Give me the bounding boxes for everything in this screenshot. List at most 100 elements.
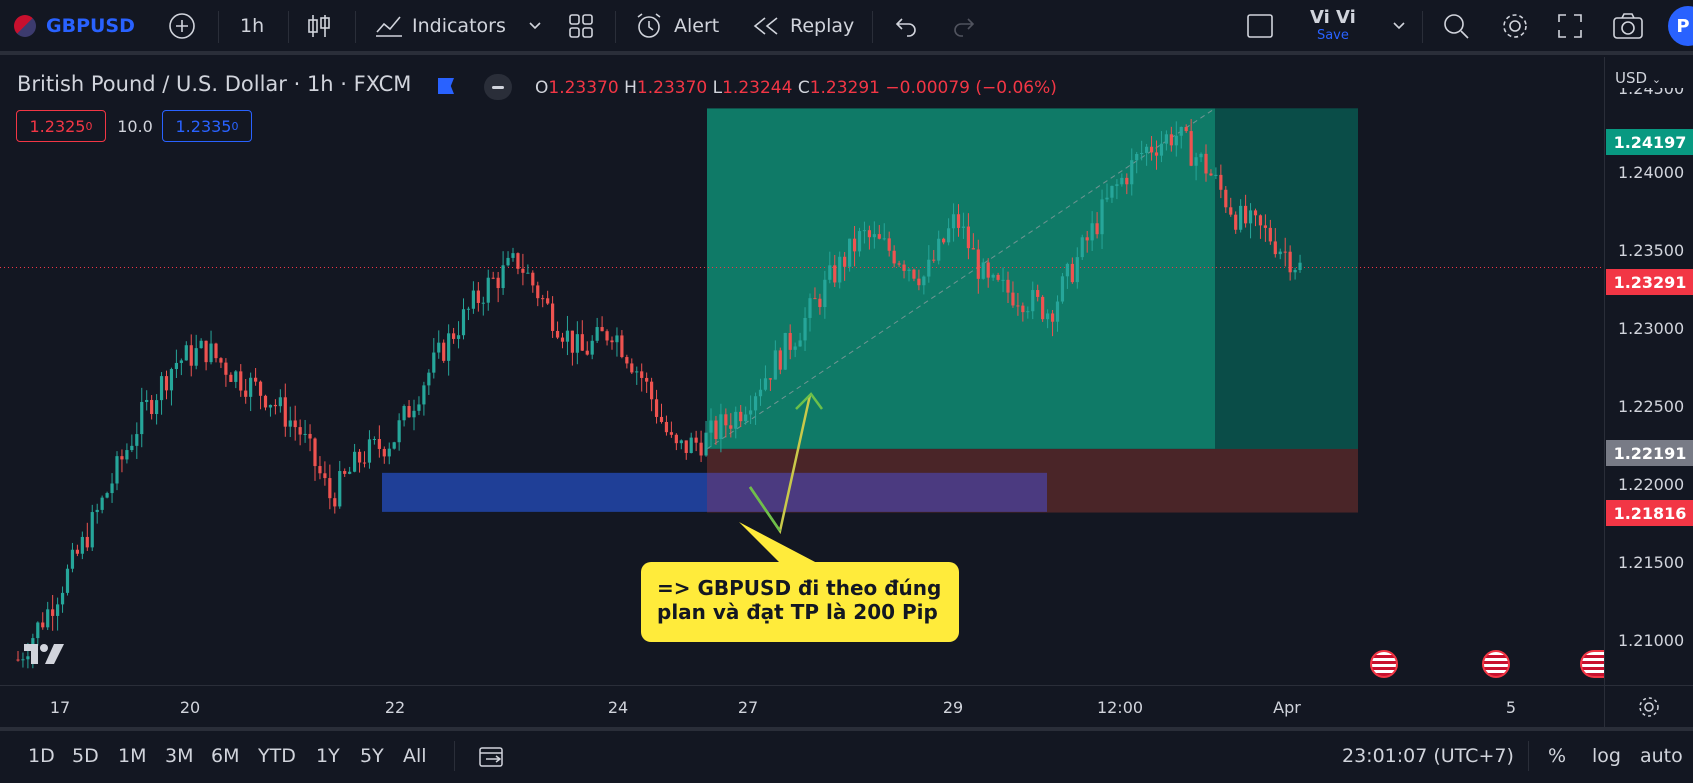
- hide-legend-button[interactable]: [484, 74, 512, 100]
- candle-up: [159, 376, 164, 401]
- candle-up: [1159, 143, 1164, 156]
- fullscreen-mode-button[interactable]: [1246, 0, 1274, 52]
- close-value: 1.23291: [809, 78, 881, 98]
- candle-down: [669, 432, 673, 435]
- range-5y-button[interactable]: 5Y: [360, 745, 384, 767]
- candle-up: [1115, 184, 1119, 186]
- us-event-flag-icon[interactable]: [1482, 650, 1510, 678]
- candle-down: [1036, 290, 1040, 297]
- candle-down: [120, 456, 124, 460]
- candle-up: [471, 290, 475, 309]
- candle-up: [506, 257, 510, 266]
- layouts-button[interactable]: [568, 0, 594, 52]
- candle-down: [1006, 279, 1010, 293]
- candle-up: [268, 404, 273, 408]
- undo-button[interactable]: [894, 0, 918, 52]
- compare-add-button[interactable]: [168, 0, 196, 52]
- layout-save-button[interactable]: Vi Vi Save: [1310, 6, 1356, 46]
- symbol-search-button[interactable]: GBPUSD: [14, 0, 135, 52]
- range-6m-button[interactable]: 6M: [211, 745, 239, 767]
- currency-selector[interactable]: USD ⌄: [1615, 69, 1661, 87]
- candle-up: [486, 277, 490, 303]
- fullscreen-button[interactable]: [1557, 0, 1583, 52]
- gb-us-flag-icon: [14, 15, 36, 37]
- candle-down: [768, 378, 772, 380]
- replay-button[interactable]: Replay: [752, 0, 854, 52]
- candle-up: [798, 340, 802, 347]
- clock-timezone[interactable]: 23:01:07 (UTC+7): [1342, 745, 1514, 767]
- candle-up: [709, 420, 713, 433]
- candle-up: [848, 238, 852, 267]
- candle-up: [951, 214, 956, 229]
- candle-up: [526, 272, 530, 274]
- candle-up: [1060, 276, 1065, 302]
- entry-price-tag: 1.22191: [1606, 440, 1693, 466]
- sell-button[interactable]: 1.2325 0: [16, 110, 106, 142]
- range-1m-button[interactable]: 1M: [118, 745, 146, 767]
- open-value: 1.23370: [548, 78, 619, 98]
- candle-up: [947, 228, 951, 243]
- chart-type-button[interactable]: [306, 0, 332, 52]
- candle-down: [580, 334, 584, 351]
- layout-menu-button[interactable]: [1392, 0, 1406, 52]
- price-tick: 1.23500: [1618, 241, 1685, 260]
- search-button[interactable]: [1442, 0, 1470, 52]
- candle-down: [976, 249, 980, 279]
- candle-down: [1209, 173, 1213, 176]
- candle-up: [961, 226, 966, 228]
- candle-down: [585, 350, 589, 355]
- candle-down: [239, 371, 243, 391]
- buy-button[interactable]: 1.2335 0: [162, 110, 252, 142]
- settings-button[interactable]: [1500, 0, 1530, 52]
- candle-down: [897, 263, 901, 265]
- annotation-callout[interactable]: => GBPUSD đi theo đúng plan và đạt TP là…: [641, 562, 959, 642]
- percent-scale-button[interactable]: %: [1548, 745, 1566, 767]
- buy-price: 1.2335: [175, 116, 232, 136]
- candle-down: [298, 427, 302, 435]
- price-tick: 1.23000: [1618, 319, 1685, 338]
- candle-up: [1055, 301, 1060, 322]
- us-event-flag-icon[interactable]: [1580, 650, 1604, 678]
- redo-button[interactable]: [952, 0, 976, 52]
- candle-down: [694, 437, 698, 443]
- candle-down: [729, 425, 733, 429]
- price-axis[interactable]: USD ⌄ 1.24500 1.24000 1.23500 1.23000 1.…: [1604, 57, 1693, 685]
- candle-down: [714, 420, 718, 440]
- candle-down: [654, 399, 659, 417]
- candle-up: [353, 451, 357, 472]
- candle-up: [56, 604, 60, 616]
- interval-button[interactable]: 1h: [240, 0, 264, 52]
- candle-down: [308, 433, 312, 439]
- range-ytd-button[interactable]: YTD: [258, 745, 296, 767]
- profile-button[interactable]: P: [1668, 0, 1693, 52]
- candle-up: [1164, 134, 1168, 144]
- axis-settings-button[interactable]: [1604, 685, 1693, 727]
- range-1d-button[interactable]: 1D: [28, 745, 55, 767]
- indicators-dropdown-button[interactable]: [528, 0, 542, 52]
- time-tick: 20: [179, 698, 201, 717]
- snapshot-button[interactable]: [1612, 0, 1644, 52]
- range-all-button[interactable]: All: [403, 745, 427, 767]
- log-scale-button[interactable]: log: [1592, 745, 1621, 767]
- indicators-button[interactable]: Indicators: [374, 0, 506, 52]
- candle-up: [461, 309, 466, 336]
- candle-down: [852, 238, 857, 252]
- candle-up: [466, 308, 471, 310]
- candle-up: [70, 549, 75, 569]
- alert-button[interactable]: Alert: [634, 0, 719, 52]
- gear-icon: [1639, 696, 1659, 717]
- candle-down: [1016, 305, 1020, 307]
- goto-date-button[interactable]: [478, 745, 506, 773]
- candle-down: [491, 277, 495, 279]
- candle-up: [110, 483, 114, 494]
- currency-label: USD: [1615, 69, 1648, 87]
- auto-scale-button[interactable]: auto: [1640, 745, 1683, 767]
- candle-down: [263, 395, 268, 408]
- time-axis[interactable]: 17 20 22 24 27 29 12:00 Apr 5: [0, 685, 1604, 727]
- range-1y-button[interactable]: 1Y: [316, 745, 340, 767]
- us-event-flag-icon[interactable]: [1370, 650, 1398, 678]
- range-3m-button[interactable]: 3M: [165, 745, 193, 767]
- candle-up: [432, 352, 436, 373]
- candle-down: [555, 330, 560, 338]
- range-5d-button[interactable]: 5D: [72, 745, 99, 767]
